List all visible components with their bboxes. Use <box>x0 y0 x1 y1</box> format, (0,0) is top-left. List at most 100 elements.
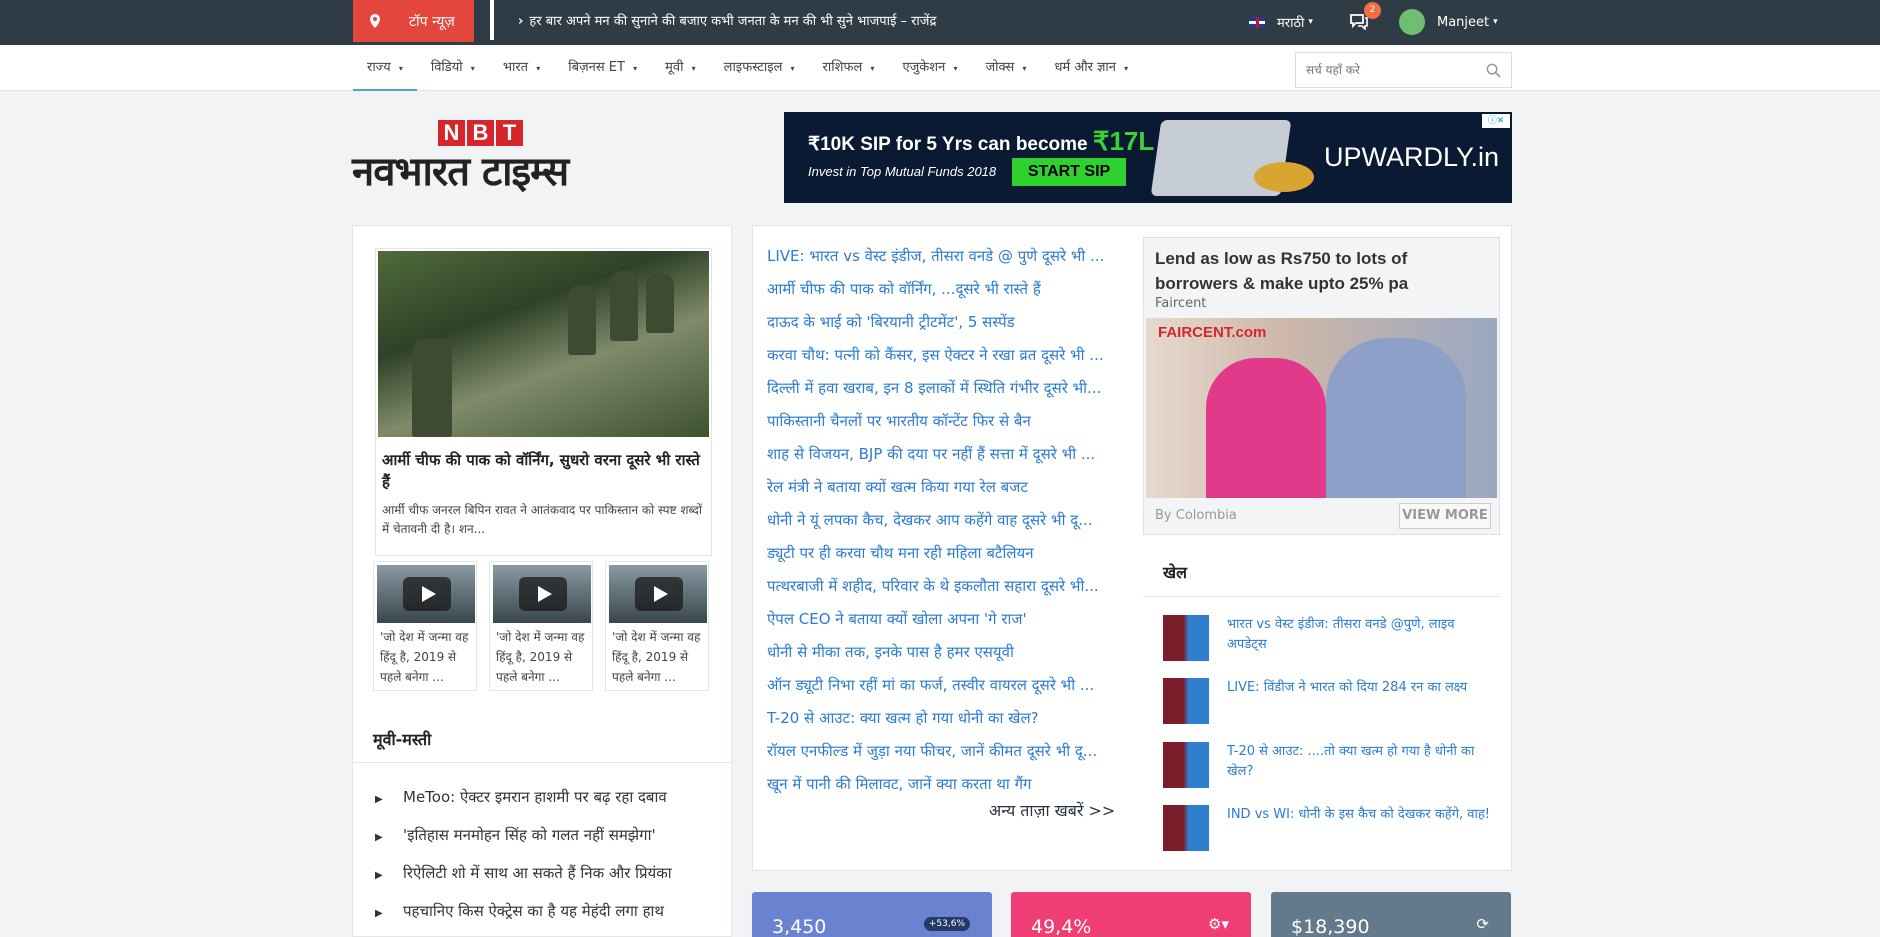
stat-badge: +53,6% <box>923 917 970 931</box>
sports-item[interactable]: IND vs WI: धोनी के इस कैच को देखकर कहेंग… <box>1163 805 1503 853</box>
caret-right-icon: ▶ <box>375 870 383 881</box>
sports-link[interactable]: भारत vs वेस्ट इंडीज: तीसरा वनडे @पुणे, ल… <box>1227 615 1497 655</box>
movie-section-title[interactable]: मूवी-मस्ती <box>373 728 431 750</box>
chevron-down-icon: ▾ <box>790 64 795 73</box>
news-link[interactable]: धोनी से मीका तक, इनके पास है हमर एसयूवी <box>767 636 1115 669</box>
faircent-logo: FAIRCENT.com <box>1158 324 1267 341</box>
refresh-icon[interactable]: ⟳ <box>1476 915 1489 933</box>
news-link[interactable]: पाकिस्तानी चैनलों पर भारतीय कॉन्टेंट फिर… <box>767 405 1115 438</box>
news-link[interactable]: ऑन ड्यूटी निभा रहीं मां का फर्ज, तस्वीर … <box>767 669 1115 702</box>
stat-card[interactable]: 49,4% ⚙▾ <box>1011 892 1251 937</box>
sports-link[interactable]: LIVE: विंडीज ने भारत को दिया 284 रन का ल… <box>1227 678 1497 698</box>
search-input[interactable] <box>1306 53 1476 87</box>
chevron-down-icon: ▾ <box>1022 64 1027 73</box>
nav-item-video[interactable]: विडियो ▾ <box>417 45 489 91</box>
video-card[interactable]: 'जो देश में जन्मा वह हिंदू है, 2019 से प… <box>489 561 593 691</box>
nav-item-bharat[interactable]: भारत ▾ <box>489 45 554 91</box>
nav-item-education[interactable]: एजुकेशन ▾ <box>888 45 971 91</box>
uk-flag-icon <box>1249 16 1265 28</box>
location-pin-icon <box>370 14 380 28</box>
coins-image <box>1254 162 1314 192</box>
featured-image[interactable] <box>378 251 709 437</box>
stat-card[interactable]: $18,390 ⟳ <box>1271 892 1511 937</box>
nav-item-movie[interactable]: मूवी ▾ <box>651 45 710 91</box>
nav-item-jokes[interactable]: जोक्स ▾ <box>971 45 1040 91</box>
nav-label: विडियो <box>430 60 463 75</box>
ad-headline-prefix: ₹10K SIP for 5 Yrs can become <box>808 134 1093 155</box>
play-icon[interactable] <box>635 577 683 611</box>
list-item[interactable]: ▶ 'इतिहास मनमोहन सिंह को गलत नहीं समझेगा' <box>375 816 715 854</box>
video-card[interactable]: 'जो देश में जन्मा वह हिंदू है, 2019 से प… <box>373 561 477 691</box>
nav-item-business[interactable]: बिज़नस ET ▾ <box>554 45 651 91</box>
more-news-link[interactable]: अन्य ताज़ा खबरें >> <box>989 799 1115 821</box>
nav-label: राज्य <box>367 60 391 75</box>
sports-thumbnail <box>1163 805 1209 851</box>
news-link[interactable]: पत्थरबाजी में शहीद, परिवार के थे इकलौता … <box>767 570 1115 603</box>
list-item[interactable]: ▶ MeToo: ऐक्टर इमरान हाशमी पर बढ़ रहा दबा… <box>375 778 715 816</box>
soldier-figure <box>646 273 674 333</box>
news-link[interactable]: धोनी ने यूं लपका कैच, देखकर आप कहेंगे वा… <box>767 504 1115 537</box>
news-link[interactable]: रेल मंत्री ने बताया क्यों खत्म किया गया … <box>767 471 1115 504</box>
logo-name: नवभारत टाइम्स <box>352 148 569 195</box>
chevron-down-icon: ▾ <box>633 64 638 73</box>
user-menu[interactable]: Manjeet ▾ <box>1399 9 1498 35</box>
search-box <box>1295 52 1512 88</box>
sports-item[interactable]: भारत vs वेस्ट इंडीज: तीसरा वनडे @पुणे, ल… <box>1163 615 1503 663</box>
featured-description: आर्मी चीफ जनरल बिपिन रावत ने आतंकवाद पर … <box>382 503 703 536</box>
news-link[interactable]: आर्मी चीफ की पाक को वॉर्निंग, ...दूसरे भ… <box>767 273 1115 306</box>
stat-card[interactable]: 3,450 +53,6% <box>752 892 992 937</box>
list-item[interactable]: ▶ रिऐलिटी शो में साथ आ सकते हैं निक और प्… <box>375 854 715 892</box>
news-link[interactable]: ड्यूटी पर ही करवा चौथ मना रही महिला बटैल… <box>767 537 1115 570</box>
news-ticker[interactable]: › हर बार अपने मन की सुनाने की बजाए कभी जन… <box>518 11 936 29</box>
video-thumbnail <box>493 565 591 623</box>
featured-title[interactable]: आर्मी चीफ की पाक को वॉर्निंग, सुधरो वरना… <box>382 449 707 493</box>
news-link[interactable]: LIVE: भारत vs वेस्ट इंडीज, तीसरा वनडे @ … <box>767 240 1115 273</box>
nav-item-dharm[interactable]: धर्म और ज्ञान ▾ <box>1040 45 1142 91</box>
ad-headline-amount: ₹17L <box>1092 126 1155 156</box>
search-icon[interactable] <box>1486 63 1501 78</box>
sports-item[interactable]: LIVE: विंडीज ने भारत को दिया 284 रन का ल… <box>1163 678 1503 726</box>
start-sip-button[interactable]: START SIP <box>1012 158 1126 186</box>
language-selector[interactable]: मराठी ▾ <box>1249 13 1313 31</box>
sports-section-title[interactable]: खेल <box>1163 561 1187 583</box>
list-item[interactable]: ▶ पहचानिए किस ऐक्ट्रेस का है यह मेहंदी लग… <box>375 892 715 930</box>
sponsored-ad[interactable]: Lend as low as Rs750 to lots of borrower… <box>1143 237 1500 535</box>
video-strip: 'जो देश में जन्मा वह हिंदू है, 2019 से प… <box>373 561 721 691</box>
top-banner-ad[interactable]: ₹10K SIP for 5 Yrs can become ₹17L Inves… <box>784 112 1512 203</box>
chevron-down-icon: ▾ <box>1124 64 1129 73</box>
soldier-figure <box>412 339 452 437</box>
news-link[interactable]: शाह से विजयन, BJP की दया पर नहीं हैं सत्… <box>767 438 1115 471</box>
news-link[interactable]: ऐपल CEO ने बताया क्यों खोला अपना 'गे राज… <box>767 603 1115 636</box>
nav-item-lifestyle[interactable]: लाइफस्टाइल ▾ <box>710 45 809 91</box>
nav-item-rajya[interactable]: राज्य ▾ <box>353 45 417 91</box>
ad-subline: Invest in Top Mutual Funds 2018 <box>808 164 997 179</box>
ad-choices-icon[interactable]: ⓘ✕ <box>1482 114 1510 128</box>
play-icon[interactable] <box>403 577 451 611</box>
video-card[interactable]: 'जो देश में जन्मा वह हिंदू है, 2019 से प… <box>605 561 709 691</box>
news-link[interactable]: दाऊद के भाई को 'बिरयानी ट्रीटमेंट', 5 सस… <box>767 306 1115 339</box>
featured-story[interactable]: आर्मी चीफ की पाक को वॉर्निंग, सुधरो वरना… <box>375 248 712 556</box>
news-link[interactable]: रॉयल एनफील्ड में जुड़ा नया फीचर, जानें क… <box>767 735 1115 768</box>
latest-news-list: LIVE: भारत vs वेस्ट इंडीज, तीसरा वनडे @ … <box>767 240 1115 801</box>
news-link[interactable]: खून में पानी की मिलावट, जानें क्या करता … <box>767 768 1115 801</box>
gear-icon[interactable]: ⚙▾ <box>1208 915 1229 933</box>
caret-right-icon: ▶ <box>375 794 383 805</box>
sports-item[interactable]: T-20 से आउट: ....तो क्या खत्म हो गया है … <box>1163 742 1503 790</box>
sports-link[interactable]: IND vs WI: धोनी के इस कैच को देखकर कहेंग… <box>1227 805 1497 825</box>
sports-link[interactable]: T-20 से आउट: ....तो क्या खत्म हो गया है … <box>1227 742 1497 782</box>
news-link[interactable]: T-20 से आउट: क्या खत्म हो गया धोनी का खे… <box>767 702 1115 735</box>
video-caption: 'जो देश में जन्मा वह हिंदू है, 2019 से प… <box>380 630 469 684</box>
news-link[interactable]: दिल्ली में हवा खराब, इन 8 इलाकों में स्थ… <box>767 372 1115 405</box>
play-icon[interactable] <box>519 577 567 611</box>
chevron-down-icon: ▾ <box>398 64 403 73</box>
top-news-button[interactable]: टॉप न्यूज़ <box>353 0 474 42</box>
nav-item-rashifal[interactable]: राशिफल ▾ <box>809 45 889 91</box>
avatar <box>1399 9 1425 35</box>
soldier-figure <box>610 271 638 341</box>
nav-label: जोक्स <box>985 60 1015 75</box>
divider <box>1143 596 1500 597</box>
news-link[interactable]: करवा चौथ: पत्नी को कैंसर, इस ऐक्टर ने रख… <box>767 339 1115 372</box>
view-more-button[interactable]: VIEW MORE <box>1399 503 1491 529</box>
user-name: Manjeet <box>1437 14 1490 30</box>
chevron-down-icon: ▾ <box>536 64 541 73</box>
